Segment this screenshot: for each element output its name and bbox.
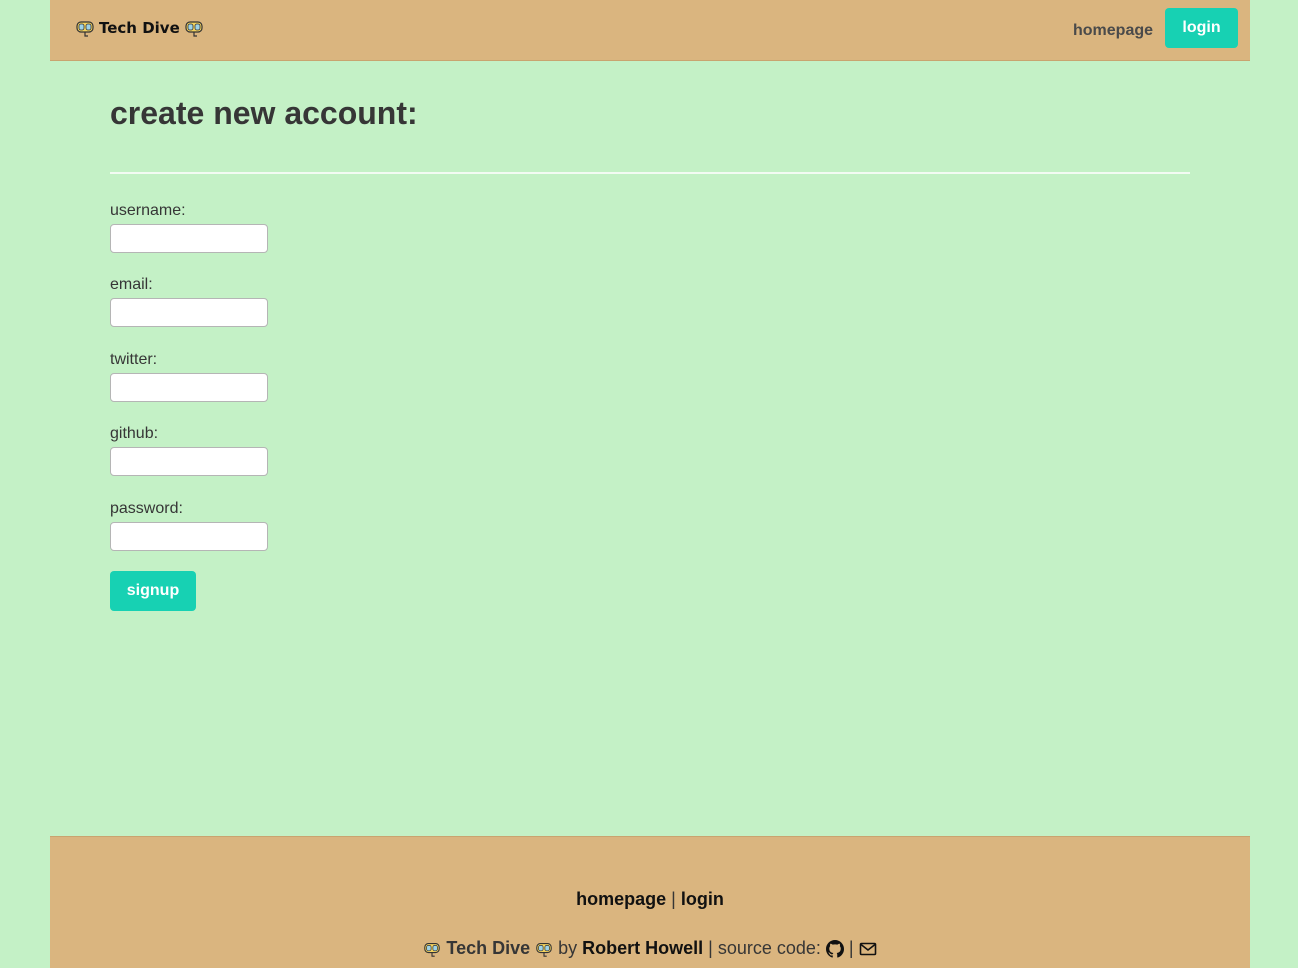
github-label: github: [110,425,159,442]
username-field: username: [110,202,268,253]
footer-by: by [558,938,578,958]
brand-label[interactable]: Tech Dive [99,19,180,37]
top-navbar: Tech Dive homepage login [50,0,1250,61]
password-label: password: [110,500,183,517]
nav-login-button[interactable]: login [1165,8,1238,48]
email-input[interactable] [110,298,268,327]
password-field: password: [110,500,268,551]
nav-homepage-link[interactable]: homepage [1073,22,1153,40]
diving-mask-icon [76,21,94,37]
diving-mask-icon [185,21,203,37]
footer-author-link[interactable]: Robert Howell [582,938,703,959]
footer-links: homepage | login [50,889,1250,910]
twitter-input[interactable] [110,373,268,402]
email-label: email: [110,276,153,293]
email-field: email: [110,276,268,327]
footer-homepage-link[interactable]: homepage [576,889,666,909]
footer-brand: Tech Dive [446,938,531,958]
twitter-label: twitter: [110,351,158,368]
footer-source-code-label: | source code: [708,938,821,958]
github-field: github: [110,425,268,476]
footer: homepage | login Tech Dive by Robert How… [50,836,1250,968]
footer-credit: Tech Dive by Robert Howell | source code… [50,938,1250,959]
username-label: username: [110,202,186,219]
github-icon[interactable] [825,939,844,958]
diving-mask-icon [424,942,441,957]
page: Tech Dive homepage login create new acco… [0,0,1298,968]
username-input[interactable] [110,224,268,253]
divider [110,172,1190,174]
signup-button[interactable]: signup [110,571,196,611]
password-input[interactable] [110,522,268,551]
github-input[interactable] [110,447,268,476]
footer-login-link[interactable]: login [681,889,724,909]
diving-mask-icon [536,942,552,957]
page-title: create new account: [110,95,418,131]
twitter-field: twitter: [110,351,268,402]
footer-separator: | [671,889,676,909]
envelope-icon[interactable] [859,940,877,958]
footer-separator-2: | [848,938,854,958]
brand[interactable]: Tech Dive [75,18,204,38]
